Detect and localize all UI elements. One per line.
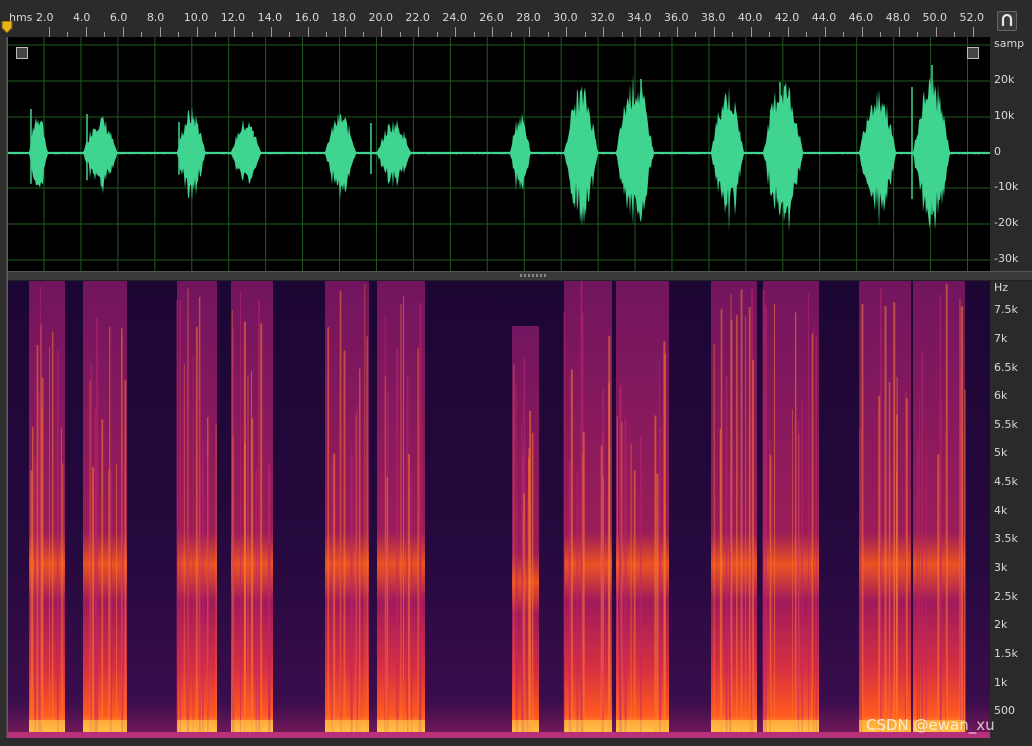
time-major-tick bbox=[196, 27, 198, 37]
zoom-corner-icon[interactable] bbox=[16, 47, 28, 59]
time-tick-label: 46.0 bbox=[848, 11, 874, 24]
frequency-tick-label: 7.5k bbox=[994, 303, 1018, 316]
bottom-scroll-strip[interactable] bbox=[0, 738, 1032, 746]
zoom-corner-icon[interactable] bbox=[967, 47, 979, 59]
time-major-tick bbox=[824, 27, 826, 37]
amplitude-tick-label: -20k bbox=[994, 216, 1019, 229]
time-tick-label: 40.0 bbox=[737, 11, 763, 24]
time-tick-label: 22.0 bbox=[405, 11, 430, 24]
track-left-edge bbox=[0, 37, 7, 746]
time-major-tick bbox=[270, 27, 272, 37]
time-tick-label: 14.0 bbox=[257, 11, 283, 24]
frequency-tick-label: 2k bbox=[994, 618, 1008, 631]
time-major-tick bbox=[233, 27, 235, 37]
frequency-tick-label: 6k bbox=[994, 389, 1008, 402]
amplitude-tick-label: 10k bbox=[994, 109, 1015, 122]
frequency-tick-label: 4k bbox=[994, 504, 1008, 517]
frequency-tick-label: 5.5k bbox=[994, 418, 1018, 431]
frequency-tick-label: 2.5k bbox=[994, 590, 1018, 603]
time-major-tick bbox=[529, 27, 531, 37]
time-major-tick bbox=[861, 27, 863, 37]
frequency-tick-label: 6.5k bbox=[994, 361, 1018, 374]
time-tick-label: 32.0 bbox=[590, 11, 615, 24]
time-major-tick bbox=[676, 27, 678, 37]
time-major-tick bbox=[159, 27, 161, 37]
snap-toggle-button[interactable] bbox=[997, 11, 1017, 31]
time-tick-label: 10.0 bbox=[183, 11, 209, 24]
time-major-tick bbox=[455, 27, 457, 37]
time-tick-label: 30.0 bbox=[553, 11, 578, 24]
frequency-tick-label: 500 bbox=[994, 704, 1015, 717]
time-major-tick bbox=[750, 27, 752, 37]
time-major-tick bbox=[898, 27, 900, 37]
spectrogram-background bbox=[7, 281, 990, 738]
spectrogram-canvas bbox=[7, 281, 990, 738]
time-tick-label: 20.0 bbox=[368, 11, 393, 24]
magnet-icon bbox=[1001, 13, 1013, 26]
time-major-tick bbox=[603, 27, 605, 37]
time-major-tick bbox=[85, 27, 87, 37]
spectrogram-view[interactable] bbox=[7, 281, 990, 738]
amplitude-tick-label: 20k bbox=[994, 73, 1015, 86]
time-major-tick bbox=[492, 27, 494, 37]
time-major-tick bbox=[307, 27, 309, 37]
time-tick-label: 4.0 bbox=[72, 11, 91, 24]
time-tick-label: 50.0 bbox=[922, 11, 948, 24]
time-major-tick bbox=[713, 27, 715, 37]
time-tick-label: 26.0 bbox=[479, 11, 504, 24]
time-major-tick bbox=[381, 27, 383, 37]
time-tick-label: 28.0 bbox=[516, 11, 541, 24]
watermark-text: CSDN @ewan_xu bbox=[866, 716, 995, 734]
time-major-tick bbox=[640, 27, 642, 37]
amplitude-unit-label: samp bbox=[994, 37, 1025, 50]
frequency-unit-label: Hz bbox=[994, 281, 1009, 294]
splitter-grip[interactable] bbox=[520, 274, 546, 277]
time-tick-label: 34.0 bbox=[627, 11, 652, 24]
frequency-tick-label: 3.5k bbox=[994, 532, 1018, 545]
amplitude-tick-label: -30k bbox=[994, 252, 1019, 265]
time-tick-label: 44.0 bbox=[811, 11, 837, 24]
time-tick-label: 38.0 bbox=[700, 11, 726, 24]
frequency-tick-label: 7k bbox=[994, 332, 1008, 345]
time-tick-label: 6.0 bbox=[109, 11, 128, 24]
time-major-tick bbox=[566, 27, 568, 37]
time-major-tick bbox=[418, 27, 420, 37]
time-tick-label: 8.0 bbox=[146, 11, 165, 24]
playhead-line[interactable] bbox=[7, 37, 8, 738]
frequency-tick-label: 4.5k bbox=[994, 475, 1018, 488]
time-ruler[interactable]: 2.0 4.0 6.0 8.0 10.0 12.0 14.0 16.0 18.0 20.0 22.0… bbox=[0, 0, 992, 38]
time-major-tick bbox=[972, 27, 974, 37]
time-tick-label: 2.0 bbox=[36, 11, 54, 24]
frequency-axis: Hz 7.5k 7k 6.5k 6k 5.5k 5k 4.5k 4k 3.5k … bbox=[990, 281, 1032, 738]
time-tick-label: 52.0 bbox=[959, 11, 985, 24]
time-major-tick bbox=[787, 27, 789, 37]
waveform-canvas bbox=[7, 37, 1005, 271]
time-tick-label: 48.0 bbox=[885, 11, 911, 24]
time-tick-label: 12.0 bbox=[220, 11, 246, 24]
time-major-tick bbox=[344, 27, 346, 37]
playhead-marker-icon[interactable] bbox=[1, 21, 13, 33]
time-major-tick bbox=[49, 27, 50, 37]
spectrogram-energy-band bbox=[29, 281, 65, 738]
amplitude-axis: samp 20k 10k 0 -10k -20k -30k bbox=[990, 37, 1032, 271]
time-tick-label: 18.0 bbox=[331, 11, 357, 24]
frequency-tick-label: 5k bbox=[994, 446, 1008, 459]
amplitude-tick-label: 0 bbox=[994, 145, 1001, 158]
time-tick-label: 24.0 bbox=[442, 11, 467, 24]
amplitude-tick-label: -10k bbox=[994, 180, 1019, 193]
time-tick-label: 36.0 bbox=[663, 11, 689, 24]
time-major-tick bbox=[935, 27, 937, 37]
time-tick-label: 16.0 bbox=[294, 11, 320, 24]
frequency-tick-label: 1.5k bbox=[994, 647, 1018, 660]
waveform-view[interactable] bbox=[7, 37, 1005, 271]
time-major-tick bbox=[122, 27, 124, 37]
time-tick-label: 42.0 bbox=[774, 11, 800, 24]
frequency-tick-label: 1k bbox=[994, 676, 1008, 689]
frequency-tick-label: 3k bbox=[994, 561, 1008, 574]
